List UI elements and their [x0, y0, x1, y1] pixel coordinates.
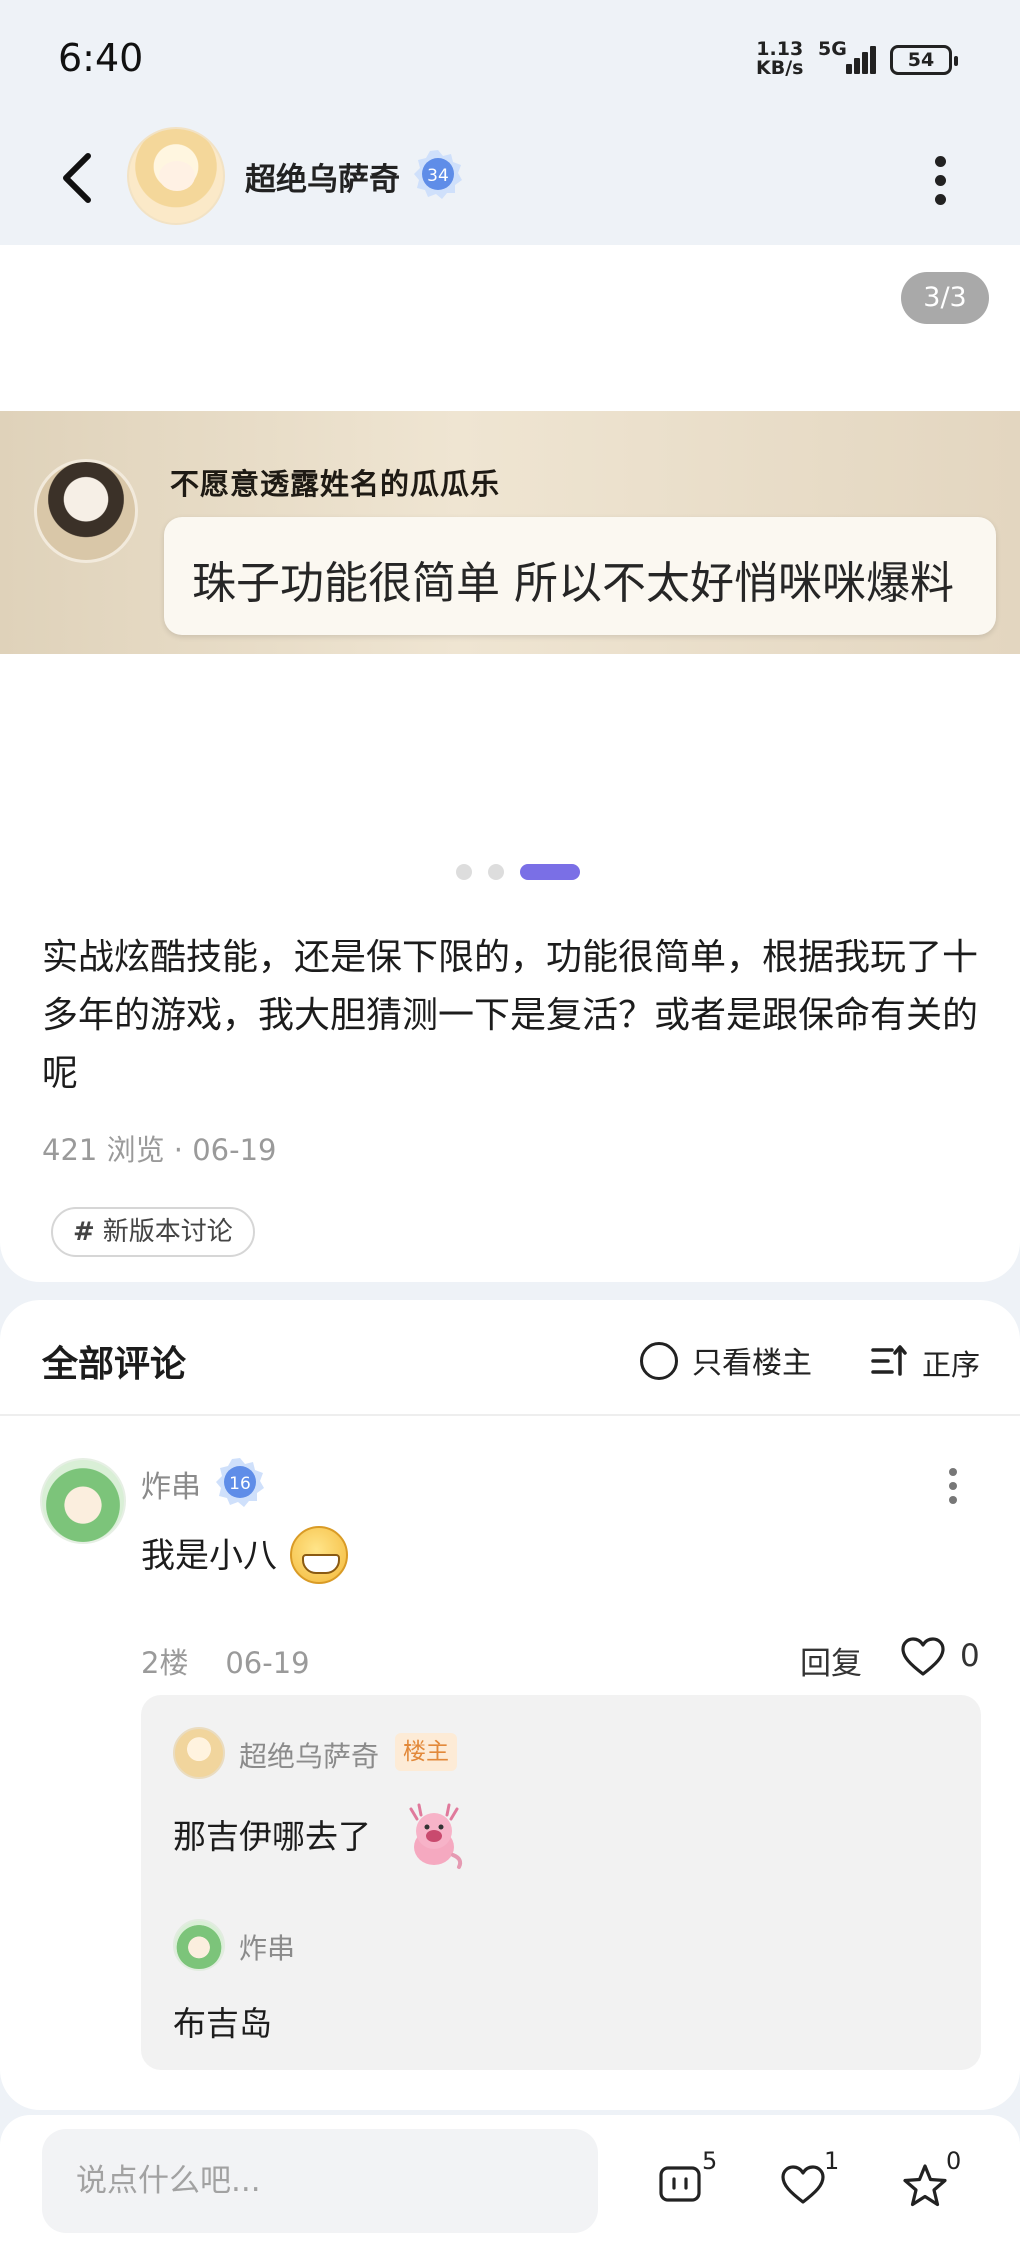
pink-creature-sticker-icon: [409, 1803, 463, 1869]
comment-date: 06-19: [225, 1646, 310, 1680]
owner-badge: 楼主: [395, 1733, 457, 1771]
like-count: 1: [824, 2147, 840, 2175]
comment-text: 我是小八: [141, 1536, 277, 1576]
topic-tag[interactable]: # 新版本讨论: [51, 1207, 255, 1257]
sort-icon: [871, 1345, 907, 1376]
more-vertical-icon: [934, 156, 946, 167]
topic-tag-label: 新版本讨论: [102, 1217, 233, 1247]
comment-more-button[interactable]: [946, 1468, 960, 1508]
star-icon: [903, 2164, 947, 2207]
author-name[interactable]: 超绝乌萨奇: [245, 154, 400, 199]
level-badge-number: 34: [427, 166, 449, 186]
only-owner-label: 只看楼主: [692, 1346, 812, 1381]
image-speaker-avatar: [34, 459, 138, 563]
post-card: 3/3 不愿意透露姓名的瓜瓜乐 珠子功能很简单 所以不太好悄咪咪爆料 实战炫酷技…: [0, 245, 1020, 1282]
radio-circle-icon: [640, 1342, 678, 1380]
carousel-dot[interactable]: [456, 864, 472, 880]
comment-count-button[interactable]: 5: [658, 2147, 738, 2215]
comment-like-count: 0: [960, 1638, 980, 1674]
heart-icon: [781, 2165, 825, 2204]
hashtag-icon: #: [73, 1217, 95, 1247]
reply-text: 布吉岛: [173, 2004, 272, 2043]
commenter-avatar[interactable]: [40, 1458, 126, 1544]
divider: [0, 1414, 1020, 1416]
comment-icon: [659, 2166, 701, 2202]
comment-count: 5: [702, 2147, 718, 2175]
more-vertical-icon: [949, 1468, 957, 1476]
post-meta: 421 浏览 · 06-19: [42, 1133, 277, 1167]
level-badge: 34: [412, 148, 464, 200]
reply-thread[interactable]: 超绝乌萨奇 楼主 那吉伊哪去了 炸串 布吉岛: [141, 1695, 981, 2070]
comment-floor: 2楼: [141, 1646, 189, 1680]
post-body: 实战炫酷技能，还是保下限的，功能很简单，根据我玩了十多年的游戏，我大胆猜测一下是…: [42, 937, 979, 1094]
heart-icon: [901, 1637, 945, 1676]
carousel-dot-active[interactable]: [520, 864, 580, 880]
reply-button[interactable]: 回复: [800, 1638, 862, 1683]
sort-label: 正序: [922, 1348, 981, 1382]
grin-emoji-icon: [290, 1526, 348, 1584]
image-speaker-name: 不愿意透露姓名的瓜瓜乐: [170, 467, 501, 501]
signal-icon: [832, 44, 878, 74]
comments-section: 全部评论 只看楼主 正序 炸串 16 我是小八 2楼 06-19 回复 0 超绝…: [0, 1300, 1020, 2110]
reply-author-name[interactable]: 炸串: [239, 1927, 295, 1967]
comment-input[interactable]: [42, 2129, 598, 2233]
battery-level: 54: [907, 49, 935, 71]
image-chat-bubble: 珠子功能很简单 所以不太好悄咪咪爆料: [164, 517, 996, 635]
status-bar: 6:40 1.13 KB/s 5G 54: [0, 0, 1020, 120]
commenter-name[interactable]: 炸串: [141, 1462, 201, 1506]
bottom-action-bar: 5 1 0: [0, 2115, 1020, 2267]
reply-avatar[interactable]: [173, 1727, 225, 1779]
carousel-dot[interactable]: [488, 864, 504, 880]
status-time: 6:40: [58, 36, 144, 80]
author-avatar[interactable]: [127, 127, 225, 225]
comment-floor-meta: 2楼 06-19: [141, 1640, 310, 1682]
level-badge-icon: 34: [414, 150, 462, 199]
image-page-counter: 3/3: [901, 272, 989, 324]
chevron-left-icon: [63, 153, 91, 203]
post-header: 超绝乌萨奇 34: [0, 120, 1020, 245]
reply-author-name[interactable]: 超绝乌萨奇: [239, 1735, 379, 1775]
level-badge-icon: 16: [216, 1458, 264, 1507]
like-button[interactable]: 1: [780, 2147, 860, 2215]
favorite-count: 0: [946, 2147, 962, 2175]
favorite-button[interactable]: 0: [902, 2147, 982, 2215]
net-speed-unit: KB/s: [756, 57, 804, 79]
sort-order-button[interactable]: 正序: [870, 1338, 980, 1382]
more-options-button[interactable]: [928, 150, 952, 210]
back-button[interactable]: [54, 146, 108, 210]
reply-text: 那吉伊哪去了: [173, 1817, 371, 1856]
carousel-indicator: [0, 860, 1020, 880]
commenter-level-number: 16: [229, 1474, 251, 1494]
reply-avatar[interactable]: [173, 1919, 225, 1971]
commenter-level-badge: 16: [214, 1456, 266, 1508]
battery-icon: 54: [890, 45, 958, 75]
image-bubble-text: 珠子功能很简单 所以不太好悄咪咪爆料: [192, 558, 954, 609]
comments-title: 全部评论: [42, 1344, 187, 1385]
post-image[interactable]: 不愿意透露姓名的瓜瓜乐 珠子功能很简单 所以不太好悄咪咪爆料: [0, 411, 1020, 654]
net-speed: 1.13 KB/s: [756, 40, 803, 78]
